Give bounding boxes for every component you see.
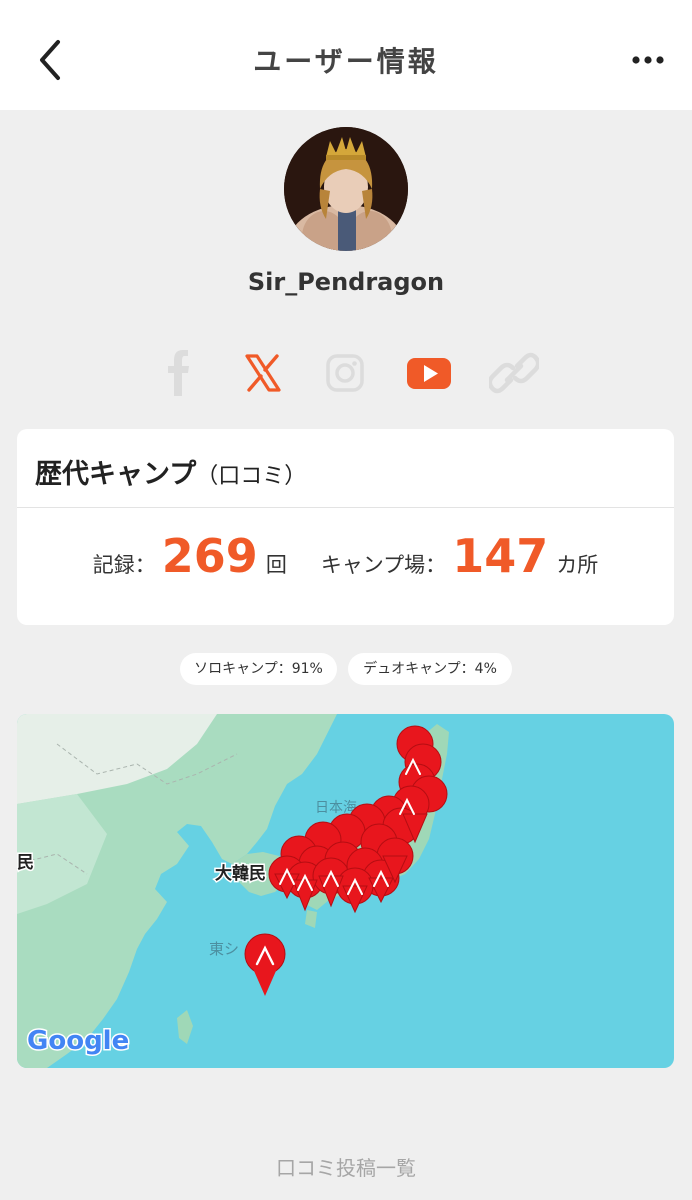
more-horizontal-icon [632,56,664,64]
card-title-sub: （口コミ） [196,464,307,489]
website-link[interactable] [486,350,542,400]
camp-map[interactable]: 日本海 大韓民 東シ 民 Google [17,714,674,1068]
card-divider [17,507,674,508]
card-title-main: 歴代キャンプ [35,459,197,490]
username: Sir_Pendragon [247,268,445,296]
youtube-link[interactable] [401,350,457,400]
map-label-east-china: 東シ [209,940,239,958]
page-title: ユーザー情報 [253,45,439,78]
instagram-link[interactable] [317,350,373,400]
sites-unit: カ所 [556,553,599,577]
records-value: 269 [161,529,258,583]
instagram-icon [326,354,364,392]
avatar[interactable] [284,127,408,251]
map-canvas: 日本海 大韓民 東シ 民 Google [17,714,449,1068]
records-label: 記録： [92,553,156,577]
facebook-link[interactable] [151,350,207,400]
reviews-list-link[interactable]: 口コミ投稿一覧 [0,1152,692,1181]
camp-history-card: 歴代キャンプ（口コミ） 記録： 269 回 キャンプ場： 147 カ所 [17,429,674,625]
header-bar: ユーザー情報 [0,0,692,110]
x-link[interactable] [235,350,291,400]
avatar-image [284,127,408,251]
facebook-icon [168,350,189,396]
sites-label: キャンプ場： [320,553,447,577]
map-marker[interactable] [244,933,286,996]
camp-stats: 記録： 269 回 キャンプ場： 147 カ所 [17,529,674,599]
solo-camp-tag: ソロキャンプ：91% [180,653,337,685]
link-icon [489,352,539,394]
map-label-left-edge: 民 [17,853,34,873]
google-logo: Google [27,1026,129,1056]
map-label-korea: 大韓民 [215,863,266,884]
sites-value: 147 [452,529,549,583]
x-icon [245,354,281,392]
card-title: 歴代キャンプ（口コミ） [35,452,306,491]
more-options-button[interactable] [628,44,668,76]
duo-camp-tag: デュオキャンプ：4% [348,653,512,685]
youtube-icon [407,358,451,389]
records-unit: 回 [265,553,287,577]
